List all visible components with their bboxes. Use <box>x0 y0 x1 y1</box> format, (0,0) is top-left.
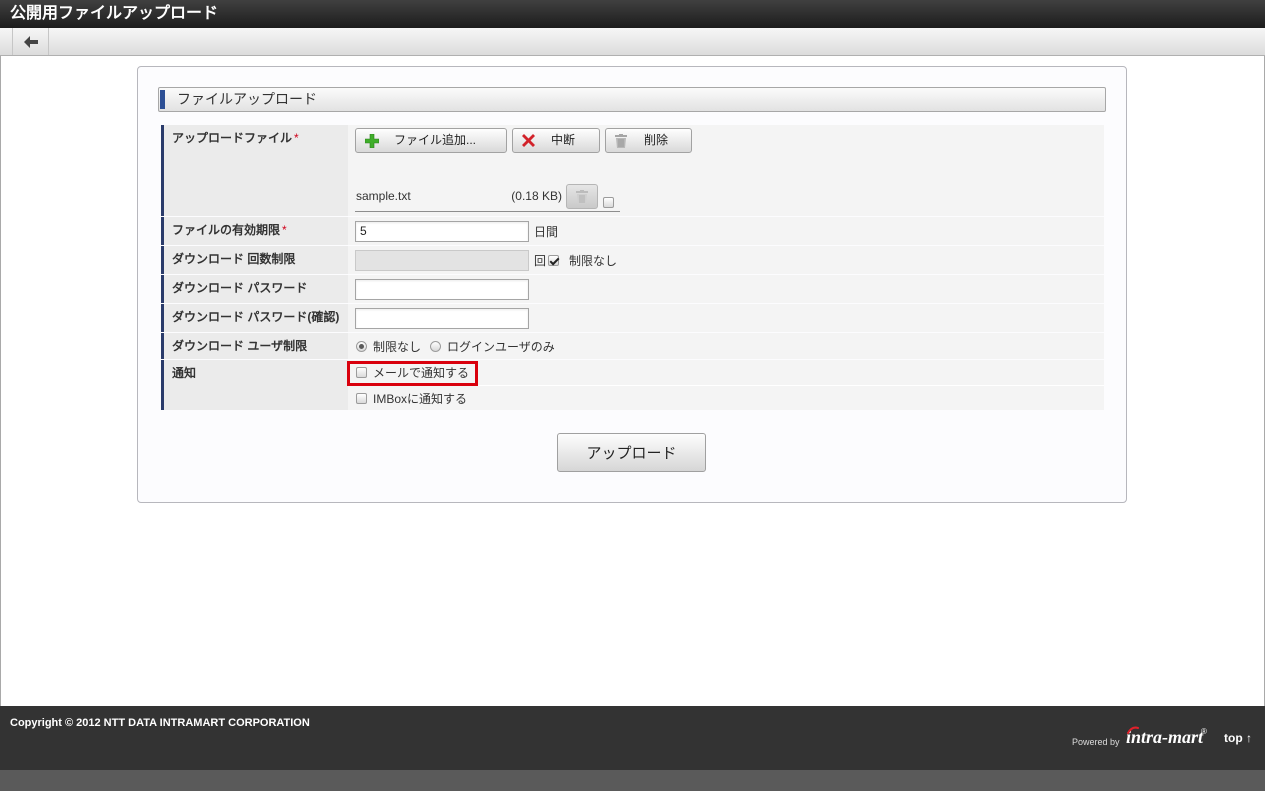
trash-icon <box>576 189 588 204</box>
field-label-text: アップロードファイル <box>172 131 293 145</box>
field-label-text: ダウンロード ユーザ制限 <box>172 339 308 353</box>
file-list-item: sample.txt (0.18 KB) <box>355 183 620 212</box>
add-file-button[interactable]: ファイル追加... <box>355 128 507 153</box>
form-row-notification: 通知 メールで通知する IMBoxに通知する <box>161 360 1104 410</box>
notify-imbox-option[interactable]: IMBoxに通知する <box>348 386 1104 410</box>
field-label-user-restriction: ダウンロード ユーザ制限 <box>161 333 348 359</box>
password-input[interactable] <box>355 278 529 300</box>
back-to-top-link[interactable]: top ↑ <box>1224 731 1252 745</box>
powered-by-text: Powered by <box>1072 737 1120 747</box>
field-label-password-confirm: ダウンロード パスワード(確認) <box>161 304 348 332</box>
field-label-text: ファイルの有効期限 <box>172 223 281 237</box>
trash-icon <box>615 134 627 148</box>
copyright-text: Copyright © 2012 NTT DATA INTRAMART CORP… <box>10 717 310 729</box>
add-file-label: ファイル追加... <box>394 133 477 147</box>
expiry-cell: 日間 <box>348 217 1104 245</box>
form-row-password: ダウンロード パスワード <box>161 275 1104 303</box>
download-count-unit: 回 <box>534 253 547 268</box>
password-confirm-cell <box>348 304 1104 332</box>
section-header: ファイルアップロード <box>158 87 1106 112</box>
field-label-notification: 通知 <box>161 360 348 410</box>
imbox-notify-checkbox[interactable] <box>356 392 367 404</box>
imbox-notify-label: IMBoxに通知する <box>373 391 468 406</box>
required-mark: * <box>282 223 287 237</box>
user-restriction-cell: 制限なし ログインユーザのみ <box>348 333 1104 359</box>
file-size: (0.18 KB) <box>511 189 562 203</box>
upload-form: アップロードファイル * ファイル追加... 中断 削除 sample.txt … <box>161 125 1104 411</box>
expiry-unit: 日間 <box>534 224 559 239</box>
form-row-user-restriction: ダウンロード ユーザ制限 制限なし ログインユーザのみ <box>161 333 1104 359</box>
password-confirm-input[interactable] <box>355 307 529 329</box>
registered-mark: ® <box>1201 727 1207 736</box>
upload-button[interactable]: アップロード <box>557 433 706 472</box>
plus-icon <box>365 134 379 148</box>
unlimited-label: 制限なし <box>569 253 618 268</box>
stop-label: 中断 <box>551 133 576 147</box>
no-restriction-label: 制限なし <box>373 339 422 354</box>
delete-button[interactable]: 削除 <box>605 128 692 153</box>
arrow-left-icon <box>23 35 38 48</box>
login-users-only-label: ログインユーザのみ <box>447 339 555 354</box>
page-title: 公開用ファイルアップロード <box>10 5 219 22</box>
file-select-checkbox[interactable] <box>603 197 614 208</box>
field-label-text: ダウンロード パスワード(確認) <box>172 310 340 324</box>
field-label-password: ダウンロード パスワード <box>161 275 348 303</box>
download-limit-cell: 回 制限なし <box>348 246 1104 274</box>
required-mark: * <box>294 131 299 145</box>
email-notify-label: メールで通知する <box>373 366 470 380</box>
field-label-text: ダウンロード パスワード <box>172 281 308 295</box>
unlimited-checkbox[interactable] <box>548 254 560 266</box>
login-users-only-radio[interactable] <box>430 340 442 352</box>
field-label-download-limit: ダウンロード 回数制限 <box>161 246 348 274</box>
main-content: ファイルアップロード アップロードファイル * ファイル追加... 中断 削除 … <box>0 56 1265 706</box>
stop-button[interactable]: 中断 <box>512 128 600 153</box>
download-count-input[interactable] <box>355 249 529 271</box>
footer: Copyright © 2012 NTT DATA INTRAMART CORP… <box>0 706 1265 770</box>
notify-email-option[interactable]: メールで通知する <box>347 360 1104 386</box>
section-title: ファイルアップロード <box>177 91 317 107</box>
title-bar: 公開用ファイルアップロード <box>0 0 1265 28</box>
section-accent-bar <box>160 90 165 109</box>
upload-file-cell: ファイル追加... 中断 削除 sample.txt (0.18 KB) <box>348 125 1104 216</box>
field-label-expiry: ファイルの有効期限 * <box>161 217 348 245</box>
file-name: sample.txt <box>356 189 411 203</box>
expiry-days-input[interactable] <box>355 220 529 242</box>
password-cell <box>348 275 1104 303</box>
notification-cell: メールで通知する IMBoxに通知する <box>347 360 1104 410</box>
form-row-expiry: ファイルの有効期限* 日間 <box>161 217 1104 245</box>
toolbar <box>0 28 1265 56</box>
email-notify-checkbox[interactable] <box>356 367 367 378</box>
field-label-upload-file: アップロードファイル * <box>161 125 348 216</box>
form-row-upload-file: アップロードファイル * ファイル追加... 中断 削除 sample.txt … <box>161 125 1104 216</box>
file-delete-button[interactable] <box>566 184 598 209</box>
no-restriction-radio[interactable] <box>356 340 367 352</box>
upload-panel: ファイルアップロード アップロードファイル * ファイル追加... 中断 削除 … <box>137 66 1127 503</box>
bottom-strip <box>0 770 1265 791</box>
back-button[interactable] <box>12 28 49 55</box>
field-label-text: ダウンロード 回数制限 <box>172 252 296 266</box>
x-icon <box>522 134 535 147</box>
delete-label: 削除 <box>644 133 669 147</box>
form-row-download-limit: ダウンロード 回数制限 回 制限なし <box>161 246 1104 274</box>
field-label-text: 通知 <box>172 366 197 380</box>
brand-swoosh-icon <box>1127 726 1139 734</box>
form-row-password-confirm: ダウンロード パスワード(確認) <box>161 304 1104 332</box>
